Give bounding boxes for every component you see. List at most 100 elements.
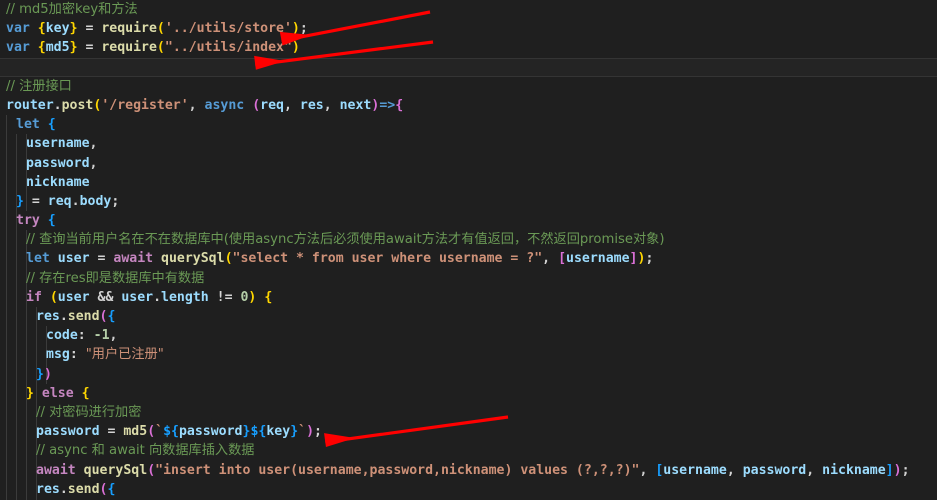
code-line[interactable]: await querySql("insert into user(usernam…	[0, 461, 937, 480]
code-token: require	[101, 21, 157, 37]
code-token: user	[121, 289, 154, 305]
code-line[interactable]: let {	[0, 115, 937, 134]
code-token: req	[47, 193, 72, 209]
code-token: md5	[123, 424, 148, 440]
code-token: nickname	[26, 174, 90, 190]
code-token: next	[339, 97, 372, 113]
code-token: // md5加密key和方法	[6, 2, 138, 17]
code-token: password	[178, 424, 243, 440]
code-line[interactable]: password,	[0, 154, 937, 173]
code-line[interactable]: // 存在res即是数据库中有数据	[0, 269, 937, 288]
code-token: =	[77, 40, 102, 56]
code-line[interactable]: res.send({	[0, 480, 937, 499]
code-token: ,	[323, 97, 340, 113]
code-token: ;	[111, 193, 120, 209]
code-token: {	[37, 21, 46, 37]
code-token: querySql	[161, 251, 225, 267]
code-token: (	[147, 424, 156, 440]
code-line-current[interactable]	[0, 57, 937, 77]
code-token: else	[41, 385, 74, 401]
code-line[interactable]: var {md5} = require("../utils/index")	[0, 38, 937, 57]
code-token: // async 和 await 向数据库插入数据	[36, 443, 255, 459]
code-token: )	[893, 462, 902, 478]
code-token: await	[113, 251, 154, 267]
code-token: "insert into user(username,password,nick…	[155, 462, 640, 478]
code-line[interactable]: // 查询当前用户名在不在数据库中(使用async方法后必须使用await方法才…	[0, 230, 937, 249]
code-token: -1	[93, 328, 110, 344]
code-token: await	[36, 462, 76, 478]
code-token: (	[224, 251, 233, 267]
code-token: {	[47, 213, 56, 229]
code-token: .	[71, 193, 80, 209]
code-token: ,	[639, 462, 656, 478]
code-token: res	[36, 309, 60, 324]
code-token: if	[26, 289, 42, 305]
code-token: &&	[89, 289, 122, 305]
code-line[interactable]: var {key} = require('../utils/store');	[0, 19, 937, 38]
code-token: (	[99, 481, 108, 497]
code-token: '/register'	[101, 97, 189, 113]
code-token: '../utils/store'	[164, 21, 292, 37]
code-token: ,	[283, 97, 300, 113]
code-editor-screenshot: // md5加密key和方法 var {key} = require('../ut…	[0, 0, 937, 500]
code-line[interactable]: } = req.body;	[0, 192, 937, 211]
code-line[interactable]: nickname	[0, 173, 937, 192]
code-token: }	[16, 193, 24, 209]
code-token: (	[156, 40, 165, 56]
code-line[interactable]: res.send({	[0, 307, 937, 326]
code-token: send	[67, 309, 100, 324]
code-token: key	[45, 21, 70, 37]
code-token: (	[252, 97, 261, 113]
code-line[interactable]: })	[0, 365, 937, 384]
code-token: // 查询当前用户名在不在数据库中(使用async方法后必须使用await方法才…	[26, 232, 665, 248]
code-line[interactable]: password = md5(`${password}${key}`);	[0, 422, 937, 441]
code-token: msg	[46, 347, 70, 363]
code-token: user	[57, 289, 90, 305]
code-line[interactable]: code: -1,	[0, 326, 937, 345]
code-token: =	[89, 251, 114, 267]
code-line[interactable]: if (user && user.length != 0) {	[0, 288, 937, 307]
code-token: res	[36, 481, 60, 497]
code-token: (	[99, 309, 108, 324]
code-token: querySql	[83, 462, 148, 478]
code-token: ;	[299, 21, 308, 37]
code-token: =	[77, 21, 102, 37]
code-token: ,	[109, 328, 118, 344]
code-token: password	[742, 462, 807, 478]
code-token: username	[566, 251, 630, 267]
code-token: (	[156, 21, 165, 37]
code-token: {	[395, 97, 404, 113]
code-token: md5	[45, 40, 70, 56]
code-line[interactable]: } else {	[0, 384, 937, 403]
code-line[interactable]: // md5加密key和方法	[0, 0, 937, 19]
code-line[interactable]: // async 和 await 向数据库插入数据	[0, 441, 937, 460]
code-token: "../utils/index"	[164, 40, 292, 56]
code-token: key	[266, 424, 291, 440]
code-line[interactable]: let user = await querySql("select * from…	[0, 249, 937, 268]
code-line[interactable]: // 对密码进行加密	[0, 403, 937, 422]
code-token: {	[264, 289, 273, 305]
code-token: .	[59, 481, 68, 497]
code-content[interactable]: // md5加密key和方法 var {key} = require('../ut…	[0, 0, 937, 500]
code-token: .	[153, 289, 162, 305]
code-token: // 注册接口	[6, 78, 72, 94]
code-token: )	[43, 366, 52, 382]
code-token: let	[26, 251, 50, 267]
code-token: .	[53, 97, 62, 113]
code-token: =>	[379, 97, 396, 113]
code-line[interactable]: try {	[0, 211, 937, 230]
code-token: `	[155, 424, 164, 440]
code-token: )	[291, 40, 300, 56]
code-line[interactable]: msg: "用户已注册"	[0, 345, 937, 364]
code-line[interactable]: router.post('/register', async (req, res…	[0, 96, 937, 115]
code-line[interactable]: // 注册接口	[0, 77, 937, 96]
code-token: nickname	[822, 462, 886, 478]
code-line[interactable]: username,	[0, 134, 937, 153]
code-token: require	[101, 40, 157, 56]
